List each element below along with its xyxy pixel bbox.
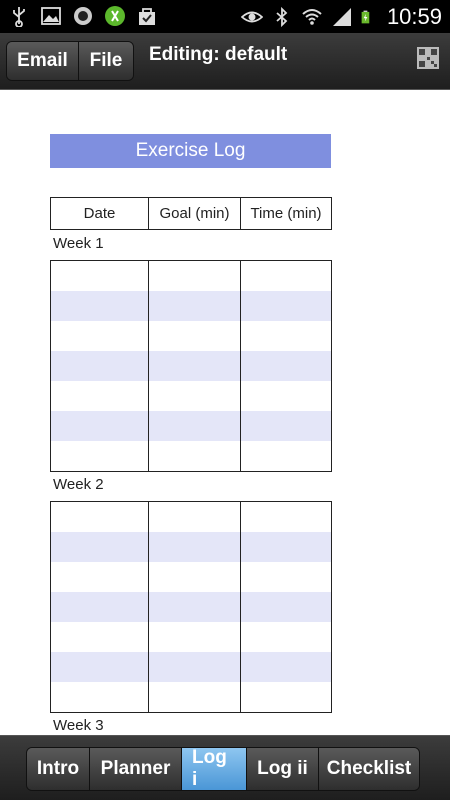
- status-bar: 10:59: [0, 0, 450, 33]
- document-view[interactable]: Exercise Log Date Goal (min) Time (min) …: [0, 90, 450, 735]
- column-divider: [148, 502, 149, 712]
- email-button[interactable]: Email: [7, 42, 79, 80]
- table-row[interactable]: [51, 321, 331, 351]
- table-row[interactable]: [51, 622, 331, 652]
- table-row[interactable]: [51, 351, 331, 381]
- voicemail-icon: [74, 7, 92, 25]
- column-divider: [148, 261, 149, 471]
- battery-charging-icon: [361, 10, 370, 24]
- header-goal: Goal (min): [149, 198, 241, 229]
- image-icon: [41, 7, 61, 25]
- table-row[interactable]: [51, 381, 331, 411]
- header-date: Date: [51, 198, 149, 229]
- editing-title: Editing: default: [149, 44, 288, 65]
- tab-intro[interactable]: Intro: [27, 748, 90, 790]
- file-button[interactable]: File: [79, 42, 133, 80]
- week-2-grid[interactable]: [50, 501, 332, 713]
- table-row[interactable]: [51, 261, 331, 291]
- column-divider: [240, 261, 241, 471]
- table-row[interactable]: [51, 592, 331, 622]
- week-1-label: Week 1: [53, 235, 104, 252]
- running-app-icon: [105, 6, 125, 26]
- document-title: Exercise Log: [50, 134, 331, 168]
- tab-checklist[interactable]: Checklist: [319, 748, 419, 790]
- table-row[interactable]: [51, 441, 331, 471]
- bluetooth-icon: [276, 6, 288, 28]
- table-row[interactable]: [51, 562, 331, 592]
- table-row[interactable]: [51, 411, 331, 441]
- wifi-icon: [302, 9, 322, 25]
- shopping-bag-icon: [139, 8, 155, 25]
- header-time: Time (min): [250, 205, 322, 222]
- tab-log-ii[interactable]: Log ii: [247, 748, 319, 790]
- week-1-grid[interactable]: [50, 260, 332, 472]
- tab-log-i[interactable]: Log i: [182, 748, 247, 790]
- table-row[interactable]: [51, 652, 331, 682]
- table-row[interactable]: [51, 532, 331, 562]
- week-2-label: Week 2: [53, 476, 104, 493]
- action-bar: Email File Editing: default: [0, 33, 450, 90]
- header-table: Date Goal (min) Time (min): [50, 197, 332, 230]
- tab-group: Intro Planner Log i Log ii Checklist: [26, 747, 420, 791]
- tab-planner[interactable]: Planner: [90, 748, 182, 790]
- clock: 10:59: [386, 4, 442, 29]
- column-divider: [240, 502, 241, 712]
- signal-icon: [332, 8, 351, 26]
- action-button-group: Email File: [6, 41, 134, 81]
- table-row[interactable]: [51, 682, 331, 712]
- eye-icon: [240, 11, 263, 23]
- usb-icon: [13, 7, 25, 27]
- bottom-tab-bar: Intro Planner Log i Log ii Checklist: [0, 735, 450, 800]
- qr-code-icon[interactable]: [416, 46, 440, 70]
- table-row[interactable]: [51, 502, 331, 532]
- week-3-label: Week 3: [53, 717, 104, 734]
- table-row[interactable]: [51, 291, 331, 321]
